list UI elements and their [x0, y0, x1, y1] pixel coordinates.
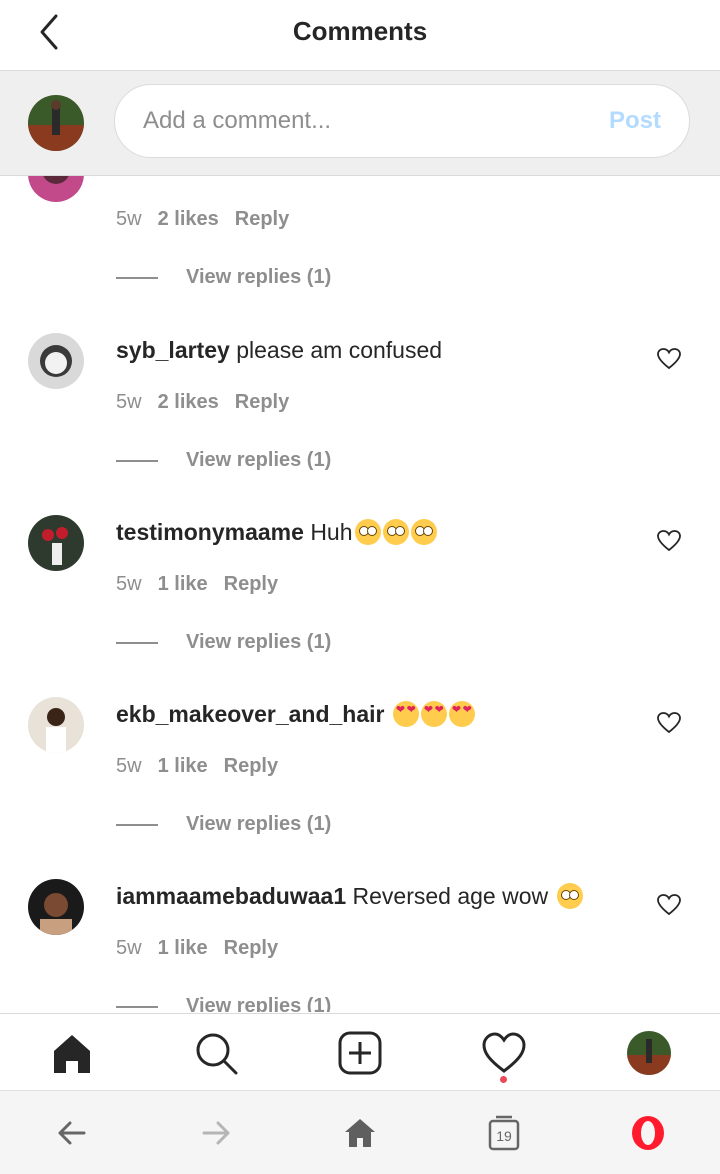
- activity-heart-icon[interactable]: [482, 1031, 526, 1075]
- likes-count[interactable]: 1 like: [158, 937, 208, 959]
- page-title: Comments: [292, 16, 428, 46]
- post-button[interactable]: Post: [609, 107, 661, 135]
- comment-meta: 5w 2 likes Reply: [116, 391, 289, 414]
- tabs-icon[interactable]: 19: [486, 1115, 522, 1151]
- heart-icon[interactable]: [656, 529, 682, 553]
- comment-body: Reversed age wow: [352, 883, 549, 909]
- comment-input[interactable]: Add a comment... Post: [114, 84, 690, 158]
- comment-username[interactable]: ekb_makeover_and_hair: [116, 701, 385, 727]
- comment-input-placeholder: Add a comment...: [143, 107, 332, 134]
- heart-eyes-emoji-icon: [392, 701, 419, 727]
- flushed-emoji-icon: [382, 519, 409, 545]
- browser-home-icon[interactable]: [342, 1115, 378, 1151]
- back-icon[interactable]: [54, 1115, 90, 1151]
- profile-avatar[interactable]: [627, 1031, 671, 1075]
- comment-body: Huh: [310, 519, 353, 545]
- new-post-icon[interactable]: [338, 1031, 382, 1075]
- comment-time: 5w: [116, 573, 142, 595]
- reply-button[interactable]: Reply: [224, 573, 278, 595]
- avatar[interactable]: [28, 333, 84, 389]
- reply-button[interactable]: Reply: [235, 391, 289, 413]
- comment-meta: 5w 1 like Reply: [116, 573, 278, 596]
- divider-line: [116, 823, 158, 826]
- header-bar: Comments: [0, 0, 720, 71]
- flushed-emoji-icon: [556, 883, 583, 909]
- divider-line: [116, 459, 158, 462]
- divider-line: [116, 1005, 158, 1008]
- bottom-nav: [0, 1013, 720, 1090]
- opera-icon[interactable]: [630, 1115, 666, 1151]
- comment-text: testimonymaame Huh: [116, 519, 437, 546]
- comment-meta: 5w 1 like Reply: [116, 937, 278, 960]
- avatar[interactable]: [28, 697, 84, 753]
- reply-button[interactable]: Reply: [235, 208, 289, 230]
- comment-time: 5w: [116, 755, 142, 777]
- avatar: [28, 95, 84, 151]
- view-replies-label: View replies (1): [186, 266, 332, 288]
- forward-icon[interactable]: [198, 1115, 234, 1151]
- notification-dot: [500, 1076, 507, 1083]
- comment-username[interactable]: syb_lartey: [116, 337, 230, 363]
- heart-icon[interactable]: [656, 711, 682, 735]
- flushed-emoji-icon: [410, 519, 437, 545]
- comment-body: please am confused: [236, 337, 443, 363]
- tabs-count: 19: [496, 1128, 512, 1144]
- heart-icon[interactable]: [656, 893, 682, 917]
- reply-button[interactable]: Reply: [224, 937, 278, 959]
- avatar[interactable]: [28, 176, 84, 202]
- comment-text: syb_lartey please am confused: [116, 337, 442, 364]
- view-replies-label: View replies (1): [186, 995, 332, 1012]
- heart-eyes-emoji-icon: [448, 701, 475, 727]
- comment-text: iammaamebaduwaa1 Reversed age wow: [116, 883, 583, 910]
- comment-time: 5w: [116, 391, 142, 413]
- likes-count[interactable]: 2 likes: [158, 208, 219, 230]
- view-replies-link[interactable]: View replies (1): [116, 995, 331, 1012]
- view-replies-link[interactable]: View replies (1): [116, 631, 331, 654]
- divider-line: [116, 276, 158, 279]
- comment-composer: Add a comment... Post: [0, 71, 720, 176]
- comments-list[interactable]: 5w 2 likes Reply View replies (1) syb_lart…: [0, 176, 720, 1012]
- browser-toolbar: 19: [0, 1090, 720, 1174]
- likes-count[interactable]: 1 like: [158, 573, 208, 595]
- home-icon[interactable]: [50, 1031, 94, 1075]
- comment-time: 5w: [116, 937, 142, 959]
- avatar[interactable]: [28, 879, 84, 935]
- heart-icon[interactable]: [656, 347, 682, 371]
- view-replies-label: View replies (1): [186, 449, 332, 471]
- heart-eyes-emoji-icon: [420, 701, 447, 727]
- flushed-emoji-icon: [354, 519, 381, 545]
- comment-username[interactable]: testimonymaame: [116, 519, 304, 545]
- comment-username[interactable]: iammaamebaduwaa1: [116, 883, 346, 909]
- view-replies-link[interactable]: View replies (1): [116, 266, 331, 289]
- search-icon[interactable]: [194, 1031, 238, 1075]
- view-replies-label: View replies (1): [186, 813, 332, 835]
- comment-meta: 5w 1 like Reply: [116, 755, 278, 778]
- likes-count[interactable]: 2 likes: [158, 391, 219, 413]
- view-replies-link[interactable]: View replies (1): [116, 813, 331, 836]
- divider-line: [116, 641, 158, 644]
- avatar[interactable]: [28, 515, 84, 571]
- view-replies-link[interactable]: View replies (1): [116, 449, 331, 472]
- likes-count[interactable]: 1 like: [158, 755, 208, 777]
- reply-button[interactable]: Reply: [224, 755, 278, 777]
- comment-text: ekb_makeover_and_hair: [116, 701, 475, 728]
- view-replies-label: View replies (1): [186, 631, 332, 653]
- comment-meta: 5w 2 likes Reply: [116, 208, 289, 231]
- comment-time: 5w: [116, 208, 142, 230]
